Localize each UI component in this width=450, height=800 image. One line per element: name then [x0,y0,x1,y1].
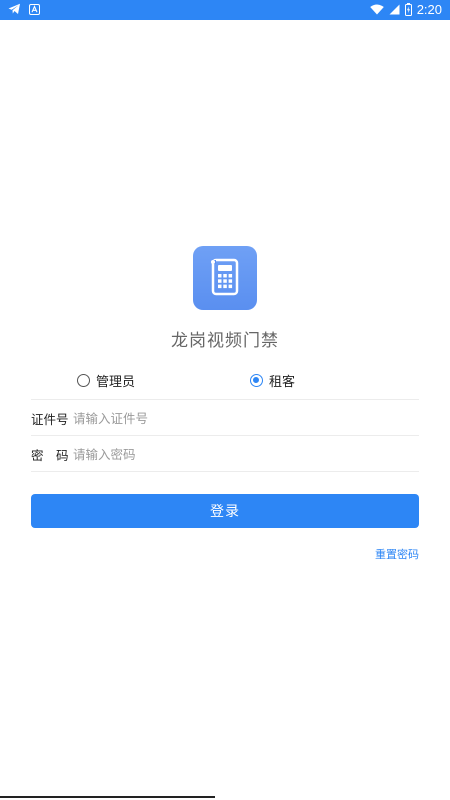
login-button[interactable]: 登录 [31,494,419,528]
tenant-radio[interactable] [250,374,263,387]
id-input[interactable] [73,410,419,426]
id-label: 证件号 [31,411,69,427]
role-option-tenant[interactable]: 租客 [250,371,295,390]
wifi-icon [369,4,384,15]
calculator-icon [211,258,239,296]
password-label: 密 码 [31,447,69,463]
battery-icon [404,3,412,16]
password-input[interactable] [73,446,419,462]
clock: 2:20 [416,2,442,17]
status-bar: 2:20 [0,0,450,20]
divider [31,471,419,472]
id-field-row: 证件号 [31,400,419,436]
signal-icon [389,4,400,15]
gesture-bar [0,796,450,800]
reset-password-link[interactable]: 重置密码 [375,546,419,562]
admin-radio[interactable] [77,374,90,387]
role-selector: 管理员 租客 [0,371,450,391]
password-field-row: 密 码 [31,436,419,472]
app-title: 龙岗视频门禁 [171,331,279,351]
admin-label: 管理员 [96,375,136,390]
telegram-icon [8,3,20,14]
font-a-icon [29,3,40,15]
tenant-label: 租客 [269,375,296,390]
gesture-indicator[interactable] [0,796,215,798]
app-logo [193,246,257,310]
role-option-admin[interactable]: 管理员 [77,371,135,390]
